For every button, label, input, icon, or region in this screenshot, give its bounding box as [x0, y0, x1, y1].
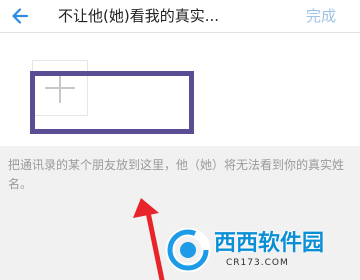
arrow-left-icon — [12, 8, 29, 24]
watermark-url: CR173.COM — [226, 258, 289, 268]
member-area — [0, 33, 360, 146]
hint-text: 把通讯录的某个朋友放到这里，他（她）将无法看到你的真实姓名。 — [8, 158, 345, 191]
nav-header: 不让他(她)看我的真实... 完成 — [0, 0, 360, 33]
watermark-name: 西西软件园 — [214, 231, 325, 256]
done-button[interactable]: 完成 — [306, 5, 336, 27]
site-watermark: 西西软件园 CR173.COM — [164, 228, 354, 272]
page-title: 不让他(她)看我的真实... — [58, 7, 220, 25]
back-button[interactable] — [8, 4, 32, 28]
annotation-highlight-box — [30, 71, 194, 134]
site-logo-icon — [165, 228, 211, 272]
